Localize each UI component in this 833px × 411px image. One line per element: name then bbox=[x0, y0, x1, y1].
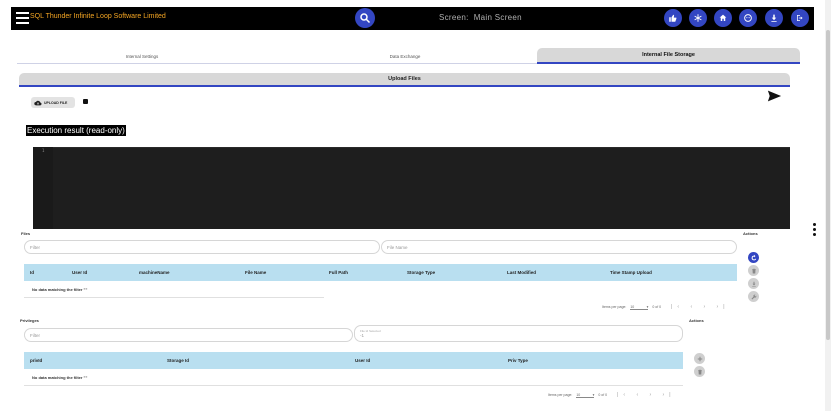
mask-icon bbox=[744, 14, 752, 22]
file-id-selected-field[interactable]: File Id Selected -1 bbox=[354, 325, 683, 342]
page-size-value: 10 bbox=[576, 392, 581, 397]
screen-label: Screen: bbox=[439, 13, 469, 22]
delete-privilege-button[interactable] bbox=[694, 366, 705, 377]
app-title: SQL Thunder Infinite Loop Software Limit… bbox=[30, 13, 166, 20]
line-number: 1 bbox=[42, 148, 45, 153]
editor-current-line bbox=[53, 147, 790, 151]
files-empty-message: No data matching the filter "" bbox=[32, 287, 88, 292]
more-vert-icon[interactable] bbox=[813, 223, 816, 238]
col-header[interactable]: User Id bbox=[355, 358, 370, 363]
tab-data-exchange[interactable]: Data Exchange bbox=[279, 48, 531, 64]
privileges-section-label: Privileges bbox=[20, 318, 39, 323]
page-size-select[interactable]: 10 ▾ bbox=[630, 304, 649, 310]
col-header[interactable]: Last Modified bbox=[507, 270, 536, 275]
dropdown-arrow-icon: ▾ bbox=[646, 304, 649, 309]
trash-icon bbox=[751, 268, 756, 273]
download-icon bbox=[751, 281, 756, 286]
download-button[interactable] bbox=[765, 9, 783, 27]
add-privilege-button[interactable] bbox=[694, 353, 705, 364]
tab-internal-settings[interactable]: Internal Settings bbox=[17, 48, 267, 64]
col-header[interactable]: privId bbox=[30, 358, 42, 363]
logout-icon bbox=[797, 15, 803, 21]
filter-placeholder: Filter bbox=[30, 244, 40, 250]
col-header[interactable]: File Name bbox=[245, 270, 266, 275]
code-editor[interactable]: 1 bbox=[33, 147, 790, 229]
search-icon bbox=[360, 13, 371, 24]
top-app-bar: SQL Thunder Infinite Loop Software Limit… bbox=[11, 7, 814, 30]
col-header[interactable]: Time Stamp Upload bbox=[610, 270, 652, 275]
asterisk-icon bbox=[694, 14, 702, 22]
files-table-header: Id User Id machineName File Name Full Pa… bbox=[24, 264, 737, 281]
col-header[interactable]: Id bbox=[30, 270, 34, 275]
trash-icon bbox=[697, 369, 702, 374]
col-header[interactable]: Priv Type bbox=[508, 358, 528, 363]
refresh-button[interactable] bbox=[748, 252, 759, 263]
search-button[interactable] bbox=[355, 8, 375, 28]
wrench-icon bbox=[751, 294, 756, 299]
mask-button[interactable] bbox=[739, 9, 757, 27]
refresh-icon bbox=[751, 254, 756, 260]
download-file-button[interactable] bbox=[748, 278, 759, 289]
col-header[interactable]: machineName bbox=[139, 270, 170, 275]
home-button[interactable] bbox=[714, 9, 732, 27]
page-nav-icons[interactable]: |‹ ‹ › ›| bbox=[617, 392, 675, 398]
download-icon bbox=[771, 14, 777, 22]
screen-indicator: Screen: Main Screen bbox=[439, 13, 522, 22]
cloud-upload-icon bbox=[34, 100, 42, 105]
filter-placeholder: Filter bbox=[30, 332, 40, 338]
privileges-filter-input[interactable]: Filter bbox=[24, 328, 353, 342]
tab-internal-file-storage[interactable]: Internal File Storage bbox=[537, 48, 800, 64]
scrollbar-thumb[interactable] bbox=[826, 30, 830, 340]
page-size-value: 10 bbox=[630, 304, 635, 309]
home-icon bbox=[719, 14, 727, 21]
dropdown-arrow-icon: ▾ bbox=[592, 392, 595, 397]
execution-result-label: Execution result (read-only) bbox=[26, 125, 126, 136]
tab-label: Internal Settings bbox=[125, 53, 159, 59]
send-icon bbox=[767, 90, 782, 102]
asterisk-button[interactable] bbox=[689, 9, 707, 27]
files-filter-input[interactable]: Filter bbox=[24, 240, 380, 254]
plus-icon bbox=[697, 356, 702, 361]
settings-button[interactable] bbox=[748, 291, 759, 302]
row-divider bbox=[24, 385, 683, 386]
col-header[interactable]: Storage Id bbox=[167, 358, 189, 363]
tab-label: Data Exchange bbox=[389, 53, 421, 59]
screen-name: Main Screen bbox=[473, 13, 522, 22]
thumb-up-icon bbox=[669, 14, 677, 22]
files-section-label: Files bbox=[21, 231, 31, 236]
items-per-page-label: Items per page: bbox=[602, 305, 627, 309]
upload-file-button[interactable]: UPLOAD FILE bbox=[31, 97, 75, 108]
page-nav-icons[interactable]: |‹ ‹ › ›| bbox=[671, 304, 729, 310]
files-paginator: Items per page: 10 ▾ 0 of 0 |‹ ‹ › ›| bbox=[602, 304, 730, 310]
file-id-value: -1 bbox=[360, 333, 365, 338]
privileges-table-header: privId Storage Id User Id Priv Type bbox=[24, 352, 683, 369]
privileges-empty-message: No data matching the filter "" bbox=[32, 375, 88, 380]
menu-icon[interactable] bbox=[16, 12, 29, 24]
col-header[interactable]: Storage Type bbox=[407, 270, 435, 275]
page-range: 0 of 0 bbox=[598, 393, 608, 397]
items-per-page-label: Items per page: bbox=[548, 393, 573, 397]
logout-button[interactable] bbox=[791, 9, 809, 27]
page-size-select[interactable]: 10 ▾ bbox=[576, 392, 595, 398]
files-actions-label: Actions bbox=[743, 231, 758, 236]
row-divider bbox=[24, 297, 324, 298]
page-range: 0 of 0 bbox=[652, 305, 662, 309]
col-header[interactable]: User Id bbox=[72, 270, 87, 275]
editor-gutter bbox=[33, 147, 53, 229]
privileges-actions-label: Actions bbox=[689, 318, 704, 323]
send-button[interactable] bbox=[767, 89, 782, 107]
file-name-input[interactable]: File Name bbox=[381, 240, 737, 254]
upload-file-label: UPLOAD FILE bbox=[44, 100, 68, 105]
file-name-placeholder: File Name bbox=[387, 244, 408, 250]
panel-title: Upload Files bbox=[19, 73, 790, 87]
col-header[interactable]: Full Path bbox=[329, 270, 348, 275]
scrollbar[interactable] bbox=[825, 0, 831, 411]
tab-label: Internal File Storage bbox=[642, 52, 695, 58]
privileges-paginator: Items per page: 10 ▾ 0 of 0 |‹ ‹ › ›| bbox=[548, 392, 676, 398]
delete-button[interactable] bbox=[748, 265, 759, 276]
clear-icon[interactable] bbox=[83, 99, 88, 104]
like-button[interactable] bbox=[664, 9, 682, 27]
tab-bar: Internal Settings Data Exchange Internal… bbox=[17, 48, 800, 64]
